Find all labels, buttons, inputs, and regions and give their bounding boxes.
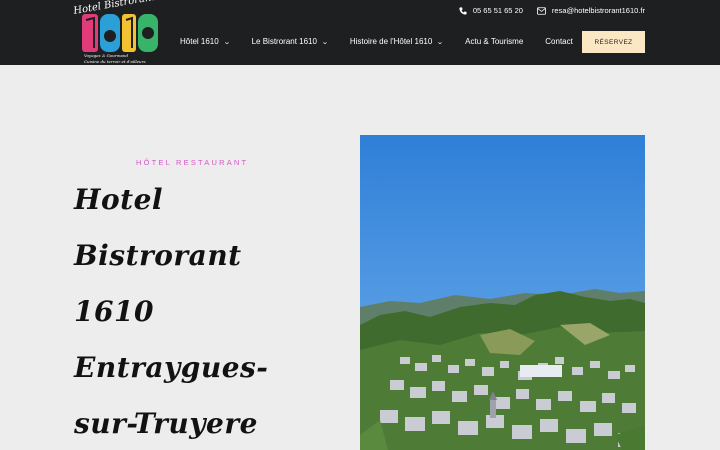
title-line-1: Hotel Bistrorant	[74, 183, 242, 272]
nav-item-bistrorant[interactable]: Le Bistrorant 1610 ⌄	[251, 37, 329, 46]
phone-icon	[459, 6, 467, 15]
page-title: Hotel Bistrorant 1610 Entraygues- sur-Tr…	[74, 172, 334, 450]
chevron-down-icon: ⌄	[222, 38, 231, 46]
logo-tagline-1: Voyages & Gourmand	[84, 53, 129, 58]
email-address: resa@hotelbistrorant1610.fr	[551, 6, 645, 15]
nav-item-label: Hôtel 1610	[180, 37, 219, 46]
title-line-3: sur-Truyere	[74, 407, 258, 440]
hotel-logo[interactable]: Hotel Bistrorant Voyages & Gourmand Cuis…	[70, 0, 166, 66]
phone-link[interactable]: 05 65 51 65 20	[459, 6, 523, 15]
chevron-down-icon: ⌄	[436, 38, 445, 46]
hero-photo-village	[360, 135, 645, 450]
nav-item-label: Contact	[545, 37, 573, 46]
mail-icon	[536, 6, 546, 15]
reserve-button[interactable]: RÉSERVEZ	[582, 31, 645, 53]
nav-item-label: Actu & Tourisme	[465, 37, 524, 46]
village-aerial-image	[360, 135, 645, 450]
nav-item-label: Histoire de l'Hôtel 1610	[349, 37, 433, 46]
nav-item-label: Le Bistrorant 1610	[251, 37, 317, 46]
contact-bar: 05 65 51 65 20 resa@hotelbistrorant1610.…	[459, 6, 645, 15]
phone-number: 05 65 51 65 20	[472, 6, 523, 15]
hotel-building	[520, 365, 562, 377]
logo-tagline-2: Cuisine du terroir et d'ailleurs	[84, 59, 146, 64]
logo-number-art	[82, 14, 158, 52]
title-line-2: 1610 Entraygues-	[74, 295, 269, 384]
nav-item-histoire[interactable]: Histoire de l'Hôtel 1610 ⌄	[349, 37, 445, 46]
hero-kicker: HÔTEL RESTAURANT	[136, 158, 249, 167]
site-header: Hotel Bistrorant Voyages & Gourmand Cuis…	[0, 0, 720, 65]
chevron-down-icon: ⌄	[321, 38, 329, 46]
nav-item-contact[interactable]: Contact	[545, 37, 573, 46]
main-nav: Hôtel 1610 ⌄ Le Bistrorant 1610 ⌄ Histoi…	[180, 37, 595, 46]
nav-item-hotel[interactable]: Hôtel 1610 ⌄	[180, 37, 230, 46]
email-link[interactable]: resa@hotelbistrorant1610.fr	[536, 6, 645, 15]
nav-item-actu[interactable]: Actu & Tourisme	[465, 37, 523, 46]
logo-graphic: Hotel Bistrorant Voyages & Gourmand Cuis…	[72, 0, 158, 64]
church-tower	[490, 400, 496, 418]
